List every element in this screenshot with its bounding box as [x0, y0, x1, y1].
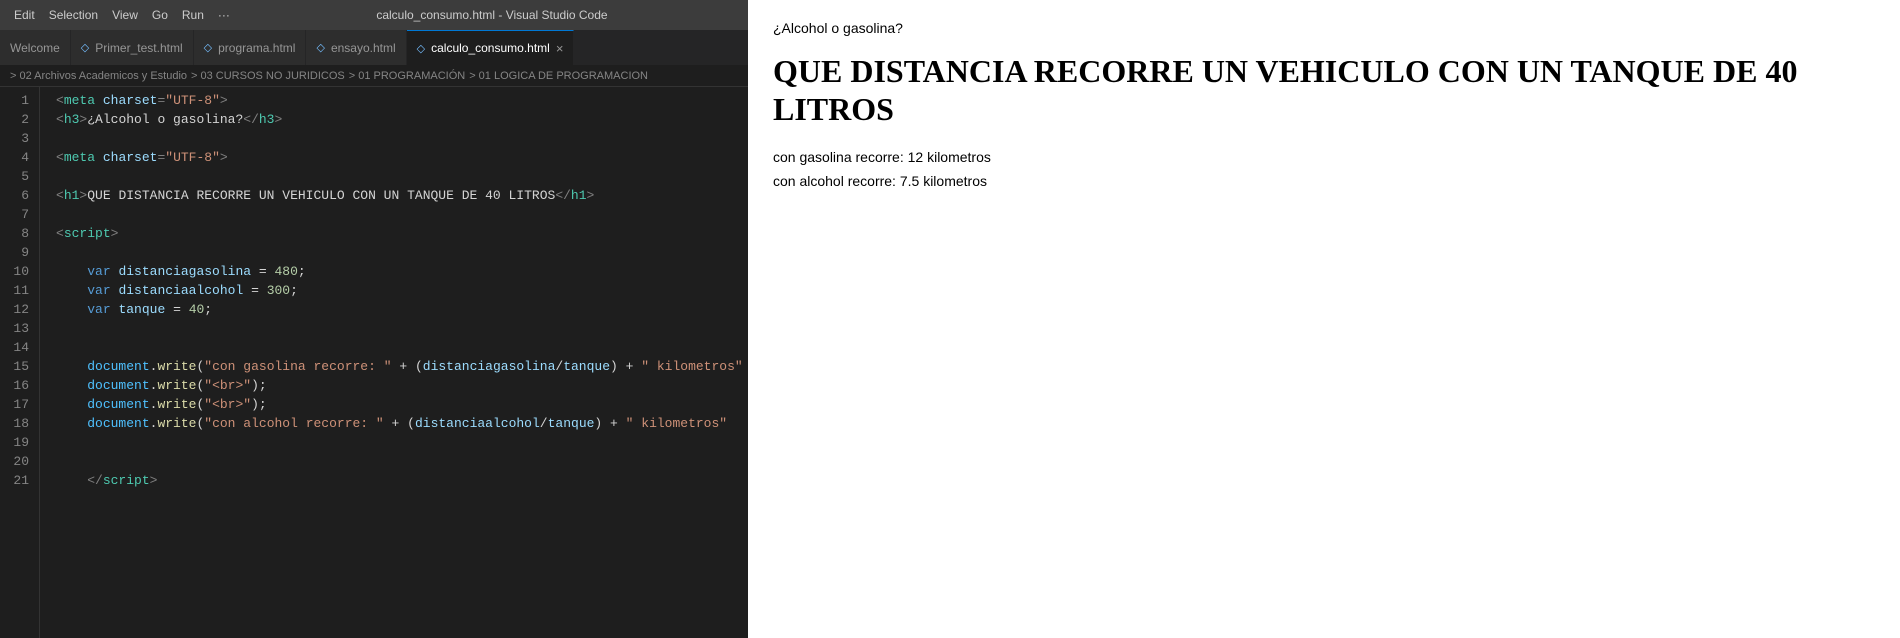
- code-line-1: <meta charset="UTF-8">: [56, 91, 748, 110]
- code-line-15: document.write("con gasolina recorre: " …: [56, 357, 748, 376]
- line-num-19: 19: [10, 433, 29, 452]
- title-bar-menus: Edit Selection View Go Run ···: [8, 6, 236, 24]
- code-line-11: var distanciaalcohol = 300;: [56, 281, 748, 300]
- code-line-16: document.write("<br>");: [56, 376, 748, 395]
- line-num-6: 6: [10, 186, 29, 205]
- line-num-5: 5: [10, 167, 29, 186]
- tab-programa-label: programa.html: [218, 41, 295, 55]
- tab-primer[interactable]: ◇ Primer_test.html: [71, 30, 194, 65]
- line-num-17: 17: [10, 395, 29, 414]
- menu-edit[interactable]: Edit: [8, 6, 41, 24]
- code-line-18: document.write("con alcohol recorre: " +…: [56, 414, 748, 433]
- tab-welcome-label: Welcome: [10, 41, 60, 55]
- tab-ensayo-label: ensayo.html: [331, 41, 396, 55]
- preview-subtitle: ¿Alcohol o gasolina?: [773, 20, 1875, 36]
- line-num-13: 13: [10, 319, 29, 338]
- breadcrumb-part4: > 01 LOGICA DE PROGRAMACION: [469, 70, 648, 82]
- line-num-2: 2: [10, 110, 29, 129]
- tab-calculo-close[interactable]: ×: [556, 41, 564, 56]
- menu-more[interactable]: ···: [212, 6, 236, 24]
- tab-calculo-icon: ◇: [417, 42, 425, 55]
- breadcrumb-part1: > 02 Archivos Academicos y Estudio: [10, 70, 187, 82]
- tab-calculo-label: calculo_consumo.html: [431, 41, 550, 55]
- line-num-7: 7: [10, 205, 29, 224]
- code-line-19: [56, 433, 748, 452]
- code-line-13: [56, 319, 748, 338]
- code-line-10: var distanciagasolina = 480;: [56, 262, 748, 281]
- line-num-16: 16: [10, 376, 29, 395]
- code-line-5: [56, 167, 748, 186]
- line-num-14: 14: [10, 338, 29, 357]
- line-numbers: 1 2 3 4 5 6 7 8 9 10 11 12 13 14 15 16 1…: [0, 87, 40, 638]
- code-line-12: var tanque = 40;: [56, 300, 748, 319]
- tab-ensayo[interactable]: ◇ ensayo.html: [306, 30, 406, 65]
- menu-selection[interactable]: Selection: [43, 6, 104, 24]
- code-line-2: <h3>¿Alcohol o gasolina?</h3>: [56, 110, 748, 129]
- line-num-20: 20: [10, 452, 29, 471]
- code-line-6: <h1>QUE DISTANCIA RECORRE UN VEHICULO CO…: [56, 186, 748, 205]
- preview-title: QUE DISTANCIA RECORRE UN VEHICULO CON UN…: [773, 52, 1875, 129]
- preview-gasolina: con gasolina recorre: 12 kilometros: [773, 149, 1875, 165]
- code-line-20: [56, 452, 748, 471]
- tab-calculo[interactable]: ◇ calculo_consumo.html ×: [407, 30, 575, 65]
- code-line-3: [56, 129, 748, 148]
- line-num-12: 12: [10, 300, 29, 319]
- code-line-7: [56, 205, 748, 224]
- line-num-4: 4: [10, 148, 29, 167]
- line-num-9: 9: [10, 243, 29, 262]
- vscode-panel: Edit Selection View Go Run ··· calculo_c…: [0, 0, 748, 638]
- title-bar: Edit Selection View Go Run ··· calculo_c…: [0, 0, 748, 30]
- menu-go[interactable]: Go: [146, 6, 174, 24]
- code-area: 1 2 3 4 5 6 7 8 9 10 11 12 13 14 15 16 1…: [0, 87, 748, 638]
- code-line-17: document.write("<br>");: [56, 395, 748, 414]
- tab-bar: Welcome ◇ Primer_test.html ◇ programa.ht…: [0, 30, 748, 65]
- breadcrumb: > 02 Archivos Academicos y Estudio > 03 …: [0, 65, 748, 87]
- line-num-11: 11: [10, 281, 29, 300]
- menu-view[interactable]: View: [106, 6, 144, 24]
- preview-alcohol: con alcohol recorre: 7.5 kilometros: [773, 173, 1875, 189]
- window-title: calculo_consumo.html - Visual Studio Cod…: [244, 8, 740, 22]
- tab-primer-label: Primer_test.html: [95, 41, 182, 55]
- menu-run[interactable]: Run: [176, 6, 210, 24]
- breadcrumb-part3: > 01 PROGRAMACIÓN: [349, 70, 465, 82]
- code-line-9: [56, 243, 748, 262]
- code-content[interactable]: <meta charset="UTF-8"> <h3>¿Alcohol o ga…: [40, 87, 748, 638]
- tab-programa[interactable]: ◇ programa.html: [194, 30, 307, 65]
- tab-ensayo-icon: ◇: [316, 41, 324, 54]
- breadcrumb-part2: > 03 CURSOS NO JURIDICOS: [191, 70, 345, 82]
- line-num-21: 21: [10, 471, 29, 490]
- line-num-1: 1: [10, 91, 29, 110]
- code-line-21: </script>: [56, 471, 748, 490]
- tab-welcome[interactable]: Welcome: [0, 30, 71, 65]
- code-line-4: <meta charset="UTF-8">: [56, 148, 748, 167]
- tab-programa-icon: ◇: [204, 41, 212, 54]
- tab-primer-icon: ◇: [81, 41, 89, 54]
- line-num-10: 10: [10, 262, 29, 281]
- code-line-14: [56, 338, 748, 357]
- line-num-15: 15: [10, 357, 29, 376]
- line-num-18: 18: [10, 414, 29, 433]
- line-num-8: 8: [10, 224, 29, 243]
- code-line-8: <script>: [56, 224, 748, 243]
- line-num-3: 3: [10, 129, 29, 148]
- browser-panel: ¿Alcohol o gasolina? QUE DISTANCIA RECOR…: [748, 0, 1900, 638]
